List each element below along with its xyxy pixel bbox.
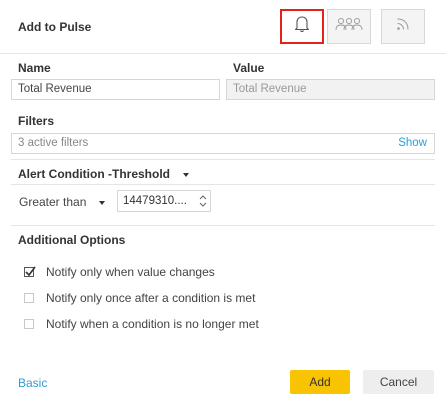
filters-summary: 3 active filters bbox=[18, 137, 89, 149]
dialog-title: Add to Pulse bbox=[18, 20, 92, 34]
tab-feed[interactable] bbox=[381, 9, 425, 44]
chevron-down-icon bbox=[183, 172, 190, 177]
filters-label: Filters bbox=[18, 114, 55, 128]
checkbox-checked[interactable] bbox=[24, 266, 36, 277]
option-label: Notify only when value changes bbox=[46, 265, 215, 279]
dialog-header: Add to Pulse bbox=[0, 0, 446, 54]
bell-icon bbox=[294, 15, 310, 38]
divider bbox=[11, 159, 435, 160]
name-field[interactable]: Total Revenue bbox=[11, 79, 220, 100]
checkbox[interactable] bbox=[24, 293, 34, 303]
tab-alert[interactable] bbox=[280, 9, 324, 44]
alert-type-dropdown[interactable]: Threshold bbox=[112, 167, 190, 181]
threshold-value: 14479310.... bbox=[123, 195, 187, 207]
option-value-changes[interactable]: Notify only when value changes bbox=[24, 265, 215, 279]
option-label: Notify only once after a condition is me… bbox=[46, 291, 256, 305]
additional-options-label: Additional Options bbox=[18, 233, 126, 247]
option-no-longer-met[interactable]: Notify when a condition is no longer met bbox=[24, 317, 259, 331]
users-icon bbox=[335, 17, 363, 36]
chevron-down-icon bbox=[98, 200, 105, 205]
option-label: Notify when a condition is no longer met bbox=[46, 317, 259, 331]
spinner-icon[interactable] bbox=[198, 193, 208, 209]
option-once-after-met[interactable]: Notify only once after a condition is me… bbox=[24, 291, 255, 305]
rss-icon bbox=[396, 17, 410, 36]
checkbox[interactable] bbox=[24, 319, 34, 329]
basic-link[interactable]: Basic bbox=[18, 376, 47, 390]
alert-type-value: Threshold bbox=[112, 167, 171, 181]
divider bbox=[11, 184, 435, 185]
name-label: Name bbox=[18, 61, 51, 75]
comparator-dropdown[interactable]: Greater than bbox=[19, 195, 105, 209]
cancel-button[interactable]: Cancel bbox=[363, 370, 434, 394]
filters-field: 3 active filters Show bbox=[11, 133, 435, 154]
value-label: Value bbox=[233, 61, 265, 75]
threshold-stepper[interactable]: 14479310.... bbox=[117, 190, 211, 212]
tab-users[interactable] bbox=[327, 9, 371, 44]
comparator-value: Greater than bbox=[19, 195, 87, 209]
alert-condition-label: Alert Condition - bbox=[18, 167, 112, 181]
show-filters-link[interactable]: Show bbox=[398, 134, 427, 153]
value-field: Total Revenue bbox=[226, 79, 435, 100]
add-button[interactable]: Add bbox=[290, 370, 350, 394]
divider bbox=[11, 225, 435, 226]
